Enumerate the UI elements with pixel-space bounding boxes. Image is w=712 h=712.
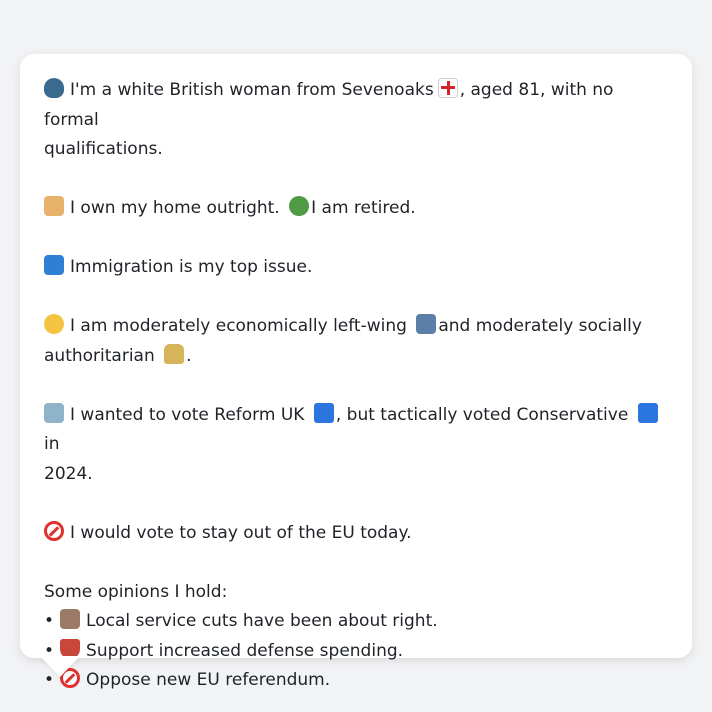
prohibited-icon	[44, 520, 64, 541]
persona-message-bubble: I'm a white British woman from Sevenoaks…	[20, 54, 692, 690]
derelict-house-icon	[60, 609, 81, 629]
left-arrow-icon	[416, 314, 437, 334]
opinion-item: • Local service cuts have been about righ…	[44, 607, 668, 637]
ballot-box-icon	[44, 402, 64, 423]
intro-text-c: qualifications.	[44, 139, 163, 159]
vote-text-d: 2024.	[44, 463, 93, 484]
bust-in-silhouette-icon	[44, 78, 64, 98]
opinion-text: Oppose new EU referendum.	[86, 670, 331, 690]
intro-text-a: I'm a white British woman from Sevenoaks	[70, 80, 434, 100]
home-text-b: I am retired.	[311, 198, 416, 218]
ideology-text-d: .	[186, 345, 192, 366]
ideology-text-c: authoritarian	[44, 345, 155, 366]
opinion-text: Local service cuts have been about right…	[86, 611, 438, 631]
vote-paragraph: I wanted to vote Reform UK , but tactica…	[44, 401, 668, 490]
intro-paragraph: I'm a white British woman from Sevenoaks…	[44, 76, 668, 165]
bullet: •	[44, 611, 55, 631]
thinking-face-icon	[44, 314, 64, 334]
england-flag-icon	[437, 78, 458, 98]
vote-text-b: , but tactically voted Conservative	[335, 404, 629, 425]
palm-tree-icon	[289, 196, 310, 216]
bubble-tail	[40, 656, 80, 677]
opinion-item: • Oppose new EU referendum.	[44, 666, 668, 696]
issue-paragraph: Immigration is my top issue.	[44, 253, 668, 283]
ideology-text-a: I am moderately economically left-wing	[70, 316, 407, 336]
passport-control-icon	[44, 255, 64, 275]
vote-text-a: I wanted to vote Reform UK	[70, 404, 305, 425]
opinion-item: • Support increased defense spending.	[44, 637, 668, 667]
ideology-paragraph: I am moderately economically left-wing a…	[44, 312, 668, 371]
home-paragraph: I own my home outright. I am retired.	[44, 194, 668, 224]
opinion-text: Support increased defense spending.	[86, 640, 404, 661]
ideology-text-b: and moderately socially	[438, 316, 642, 336]
issue-text: Immigration is my top issue.	[70, 257, 313, 277]
house-icon	[44, 196, 64, 216]
opinions-heading: Some opinions I hold:	[44, 581, 228, 602]
eu-paragraph: I would vote to stay out of the EU today…	[44, 519, 668, 549]
eu-text: I would vote to stay out of the EU today…	[70, 522, 412, 543]
blue-square-icon	[313, 402, 334, 423]
blue-square-icon	[637, 402, 658, 423]
vote-text-c: in	[44, 434, 60, 454]
home-text-a: I own my home outright.	[70, 198, 280, 218]
lock-icon	[164, 343, 185, 364]
